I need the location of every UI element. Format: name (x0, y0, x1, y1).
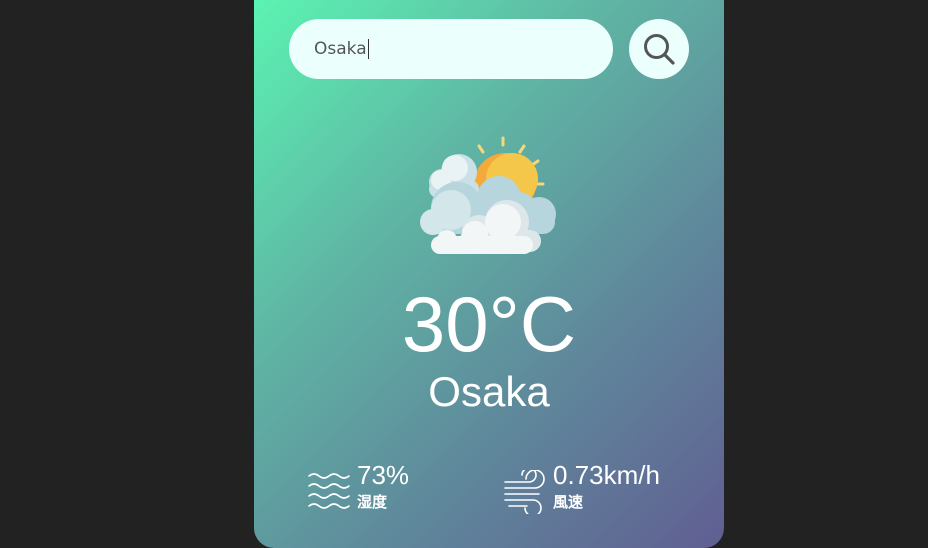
text-caret (367, 39, 369, 59)
humidity-label: 湿度 (357, 493, 388, 511)
search-input-value: Osaka (314, 39, 367, 59)
humidity-waves-icon (308, 473, 350, 509)
search-icon (644, 34, 675, 65)
temperature: 30°C (401, 280, 577, 368)
humidity-detail: 73% 湿度 (307, 460, 409, 514)
wind-icon (504, 470, 545, 514)
humidity-value: 73% (357, 460, 410, 490)
city-name: Osaka (428, 368, 550, 415)
wind-label: 風速 (553, 493, 584, 511)
partly-cloudy-sun-icon (420, 136, 556, 254)
wind-detail: 0.73km/h 風速 (503, 460, 660, 514)
weather-card: Osaka 30°C Osaka 73% 湿度 0.73km/h 風速 (254, 0, 724, 548)
search-button[interactable] (629, 19, 689, 79)
search-input[interactable]: Osaka (289, 19, 613, 79)
search-bar: Osaka (289, 19, 689, 79)
wind-value: 0.73km/h (553, 460, 660, 490)
